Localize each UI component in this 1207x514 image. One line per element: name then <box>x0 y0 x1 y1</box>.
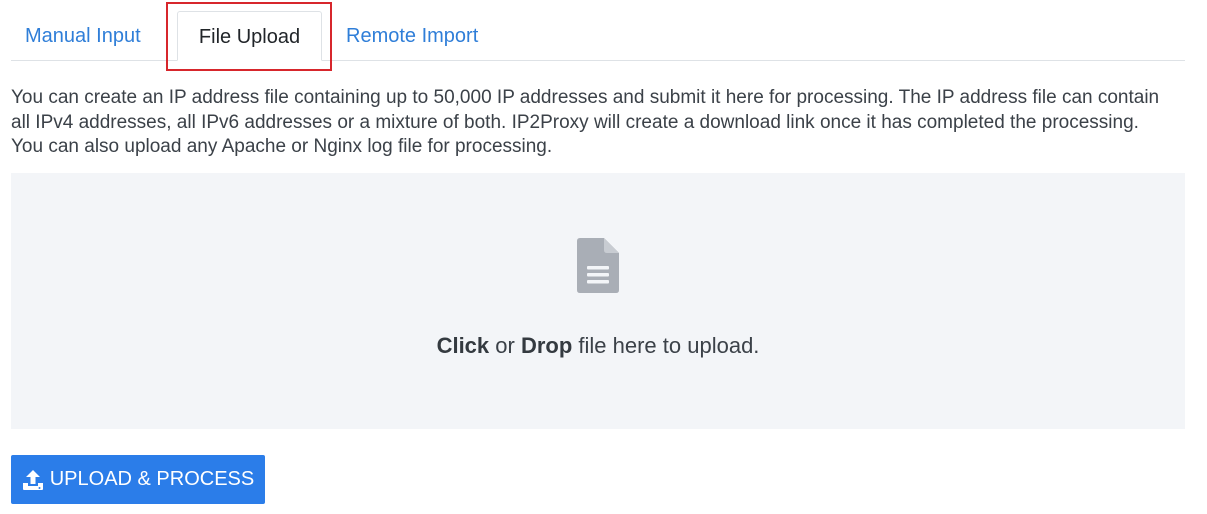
click-word: Click <box>436 333 490 358</box>
tab-bar: Manual Input File Upload Remote Import <box>11 11 1185 61</box>
dropzone-instructions: Click or Drop file here to upload. <box>11 333 1185 359</box>
tab-manual-input[interactable]: Manual Input <box>25 11 141 61</box>
upload-description: You can create an IP address file contai… <box>11 87 1160 157</box>
upload-icon <box>22 469 43 490</box>
or-word: or <box>489 333 521 358</box>
upload-button-label: UPLOAD & PROCESS <box>49 468 255 490</box>
file-dropzone[interactable]: Click or Drop file here to upload. <box>11 173 1185 429</box>
drop-word: Drop <box>520 333 573 358</box>
tab-file-upload[interactable]: File Upload <box>177 11 322 61</box>
tab-remote-import[interactable]: Remote Import <box>346 11 478 61</box>
dropzone-rest-text: file here to upload. <box>572 333 760 358</box>
file-text-icon <box>577 238 619 293</box>
upload-process-button[interactable]: UPLOAD & PROCESS <box>11 455 265 504</box>
file-upload-panel: Manual Input File Upload Remote Import Y… <box>0 0 1207 514</box>
